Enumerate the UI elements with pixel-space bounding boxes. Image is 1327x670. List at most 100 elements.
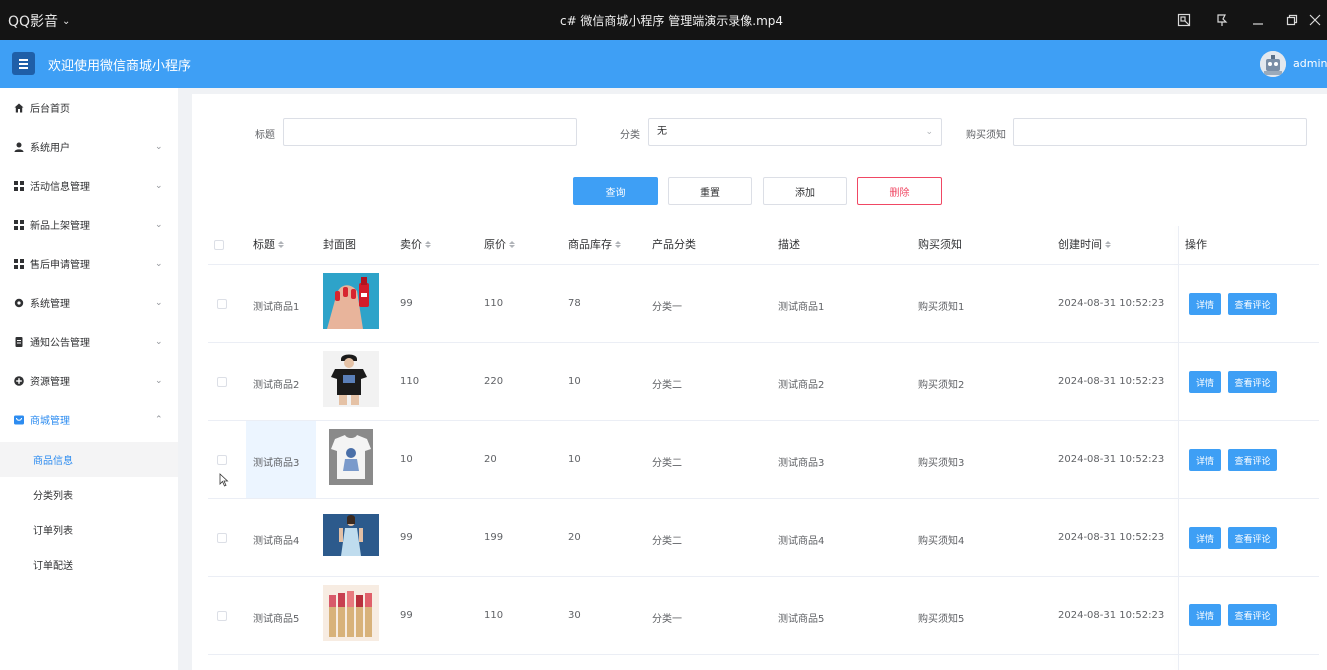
sidebar-item-system-users[interactable]: 系统用户 ⌄ <box>0 127 178 166</box>
user-menu[interactable]: admin▾ <box>1293 57 1327 70</box>
view-reviews-button[interactable]: 查看评论 <box>1228 527 1277 549</box>
product-cover-image[interactable] <box>323 585 379 641</box>
sort-icon[interactable] <box>278 240 284 248</box>
sidebar-subitem-categories[interactable]: 分类列表 <box>0 477 178 512</box>
sidebar-item-label: 后台首页 <box>30 104 70 115</box>
title-filter-input[interactable] <box>283 118 577 146</box>
sidebar-item-home[interactable]: 后台首页 <box>0 88 178 127</box>
row-divider <box>208 264 1319 265</box>
sort-icon[interactable] <box>509 240 515 248</box>
cell-description: 测试商品3 <box>778 458 825 469</box>
reset-button[interactable]: 重置 <box>668 177 752 205</box>
minimize-icon[interactable] <box>1240 0 1276 40</box>
close-icon[interactable] <box>1303 0 1327 40</box>
menu-toggle-button[interactable] <box>12 52 35 75</box>
column-header-label: 标题 <box>253 238 275 251</box>
column-header-category: 产品分类 <box>652 236 696 252</box>
sidebar-item-label: 系统管理 <box>30 299 70 310</box>
sidebar-item-new-products[interactable]: 新品上架管理 ⌄ <box>0 205 178 244</box>
sidebar-subitem-delivery[interactable]: 订单配送 <box>0 547 178 582</box>
cell-description: 测试商品5 <box>778 614 825 625</box>
sidebar-item-system-settings[interactable]: 系统管理 ⌄ <box>0 283 178 322</box>
row-divider <box>208 654 1319 655</box>
sidebar-item-label: 商城管理 <box>30 416 70 427</box>
grid-icon <box>14 219 24 230</box>
view-reviews-button[interactable]: 查看评论 <box>1228 449 1277 471</box>
cell-title: 测试商品3 <box>253 458 300 469</box>
sidebar: 后台首页 系统用户 ⌄ 活动信息管理 ⌄ 新品上架管理 ⌄ 售后申请管理 ⌄ 系… <box>0 88 178 670</box>
cell-description: 测试商品2 <box>778 380 825 391</box>
app-title: 欢迎使用微信商城小程序 <box>48 59 192 74</box>
sidebar-item-activity[interactable]: 活动信息管理 ⌄ <box>0 166 178 205</box>
sidebar-item-shop[interactable]: 商城管理 ⌃ <box>0 400 178 439</box>
cell-original-price: 110 <box>484 298 504 309</box>
sidebar-item-after-sales[interactable]: 售后申请管理 ⌄ <box>0 244 178 283</box>
detail-button[interactable]: 详情 <box>1189 371 1221 393</box>
column-header-notice: 购买须知 <box>918 236 962 252</box>
sort-icon[interactable] <box>615 240 621 248</box>
add-button[interactable]: 添加 <box>763 177 847 205</box>
product-cover-image[interactable] <box>329 429 373 485</box>
cell-created: 2024-08-31 10:52:23 <box>1058 454 1165 465</box>
sidebar-item-label: 通知公告管理 <box>30 338 90 349</box>
row-divider <box>208 342 1319 343</box>
product-cover-image[interactable] <box>323 514 379 556</box>
cell-original-price: 110 <box>484 610 504 621</box>
pin-icon[interactable] <box>1204 0 1240 40</box>
product-cover-image[interactable] <box>323 273 379 329</box>
delete-button[interactable]: 删除 <box>857 177 942 205</box>
view-reviews-button[interactable]: 查看评论 <box>1228 293 1277 315</box>
category-select-value: 无 <box>657 126 667 137</box>
select-all-checkbox[interactable] <box>214 240 224 250</box>
detail-button[interactable]: 详情 <box>1189 449 1221 471</box>
sidebar-subitem-products[interactable]: 商品信息 <box>0 442 178 477</box>
sidebar-subitem-orders[interactable]: 订单列表 <box>0 512 178 547</box>
column-header-created[interactable]: 创建时间 <box>1058 236 1111 252</box>
sidebar-item-resources[interactable]: 资源管理 ⌄ <box>0 361 178 400</box>
cell-notice: 购买须知5 <box>918 614 965 625</box>
cell-category: 分类二 <box>652 380 682 391</box>
product-cover-image[interactable] <box>323 351 379 407</box>
cell-title: 测试商品5 <box>253 614 300 625</box>
column-header-label: 商品库存 <box>568 238 612 251</box>
row-checkbox[interactable] <box>217 299 227 309</box>
notice-filter-input[interactable] <box>1013 118 1307 146</box>
player-title-bar: QQ影音 ⌄ c# 微信商城小程序 管理端演示录像.mp4 <box>0 0 1327 40</box>
row-divider <box>208 576 1319 577</box>
cell-price: 99 <box>400 532 413 543</box>
gear-icon <box>14 298 24 308</box>
user-name: admin <box>1293 57 1327 70</box>
column-header-price[interactable]: 卖价 <box>400 236 431 252</box>
column-header-stock[interactable]: 商品库存 <box>568 236 621 252</box>
detail-button[interactable]: 详情 <box>1189 293 1221 315</box>
mouse-cursor-icon <box>219 473 229 490</box>
cell-notice: 购买须知4 <box>918 536 965 547</box>
query-button[interactable]: 查询 <box>573 177 658 205</box>
cell-stock: 10 <box>568 376 581 387</box>
row-checkbox[interactable] <box>217 611 227 621</box>
detail-button[interactable]: 详情 <box>1189 604 1221 626</box>
sidebar-item-notices[interactable]: 通知公告管理 ⌄ <box>0 322 178 361</box>
screenshot-icon[interactable] <box>1166 0 1202 40</box>
avatar[interactable] <box>1260 51 1286 77</box>
cell-original-price: 20 <box>484 454 497 465</box>
cell-description: 测试商品4 <box>778 536 825 547</box>
sort-icon[interactable] <box>425 240 431 248</box>
column-header-title[interactable]: 标题 <box>253 236 284 252</box>
cell-stock: 78 <box>568 298 581 309</box>
column-header-original-price[interactable]: 原价 <box>484 236 515 252</box>
grid-icon <box>14 180 24 191</box>
chevron-up-icon: ⌃ <box>155 414 163 425</box>
detail-button[interactable]: 详情 <box>1189 527 1221 549</box>
row-checkbox[interactable] <box>217 377 227 387</box>
category-select[interactable]: 无 ⌄ <box>648 118 942 146</box>
cell-price: 110 <box>400 376 420 387</box>
row-checkbox[interactable] <box>217 455 227 465</box>
cell-notice: 购买须知1 <box>918 302 965 313</box>
row-checkbox[interactable] <box>217 533 227 543</box>
view-reviews-button[interactable]: 查看评论 <box>1228 604 1277 626</box>
sort-icon[interactable] <box>1105 240 1111 248</box>
cell-description: 测试商品1 <box>778 302 825 313</box>
cell-original-price: 220 <box>484 376 504 387</box>
view-reviews-button[interactable]: 查看评论 <box>1228 371 1277 393</box>
